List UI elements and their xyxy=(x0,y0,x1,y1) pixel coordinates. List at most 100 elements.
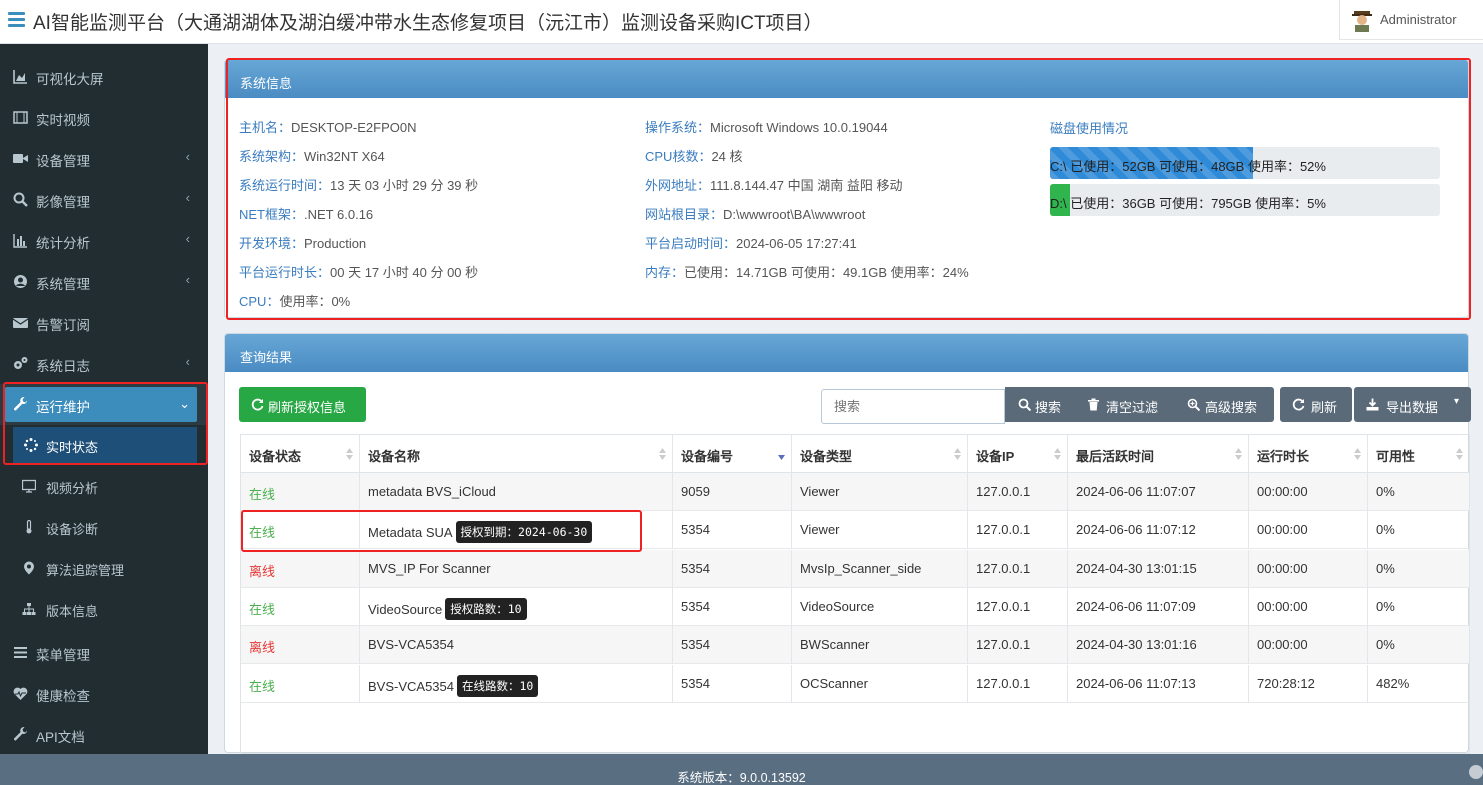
sidebar-item-api-docs[interactable]: API文档 xyxy=(0,714,208,755)
column-header-type[interactable]: 设备类型 xyxy=(792,435,968,473)
sidebar-item-label: 告警订阅 xyxy=(36,318,90,333)
disk-bar-d: D:\ 已使用：36GB 可使用：795GB 使用率：5% xyxy=(1050,184,1440,216)
sort-icon xyxy=(1054,448,1061,460)
status-text: 在线 xyxy=(249,487,276,502)
map-marker-icon xyxy=(24,561,34,575)
sidebar-subitem-label: 版本信息 xyxy=(46,604,99,619)
sidebar-subitem-version-info[interactable]: 版本信息 xyxy=(0,589,208,630)
cell-runtime: 00:00:00 xyxy=(1249,549,1368,588)
sort-desc-icon xyxy=(778,455,785,460)
refresh-button[interactable]: 刷新 xyxy=(1280,387,1352,422)
column-header-name[interactable]: 设备名称 xyxy=(360,435,673,473)
column-header-number[interactable]: 设备编号 xyxy=(673,435,792,473)
sidebar-item-device-mgmt[interactable]: 设备管理 ‹ xyxy=(0,138,208,179)
search-button[interactable]: 搜索 xyxy=(1005,387,1075,422)
user-name: Administrator xyxy=(1380,12,1457,27)
device-name: metadata BVS_iCloud xyxy=(368,484,496,499)
sidebar-item-label: 统计分析 xyxy=(36,236,90,251)
table-row[interactable]: 离线 BVS-VCA5354 5354 BWScanner 127.0.0.1 2024-… xyxy=(241,626,1469,665)
cell-runtime: 00:00:00 xyxy=(1249,473,1368,511)
sidebar-item-alarm-subscription[interactable]: 告警订阅 xyxy=(0,302,208,343)
chevron-down-icon: ⌄ xyxy=(179,396,190,411)
info-start-time: 平台启动时间：2024-06-05 17:27:41 xyxy=(645,236,857,251)
disk-bar-c: C:\ 已使用：52GB 可使用：48GB 使用率：52% xyxy=(1050,147,1440,179)
cell-runtime: 00:00:00 xyxy=(1249,511,1368,550)
sidebar-item-maintenance[interactable]: 运行维护 ⌄ xyxy=(0,384,208,425)
license-badge: 在线路数：10 xyxy=(457,674,539,697)
sidebar-item-live-video[interactable]: 实时视频 xyxy=(0,97,208,138)
column-header-runtime[interactable]: 运行时长 xyxy=(1249,435,1368,473)
info-web-root: 网站根目录：D:\wwwroot\BA\wwwroot xyxy=(645,207,866,222)
scroll-to-top-icon[interactable] xyxy=(1469,765,1483,779)
sidebar-item-system-log[interactable]: 系统日志 ‹ xyxy=(0,343,208,384)
search-input[interactable] xyxy=(821,389,1005,424)
wrench-icon xyxy=(13,397,27,411)
clear-filter-button[interactable]: 清空过滤 xyxy=(1077,387,1175,422)
area-chart-icon xyxy=(13,70,27,84)
sort-icon xyxy=(1456,448,1463,460)
cell-availability: 0% xyxy=(1376,598,1395,614)
sidebar-item-image-mgmt[interactable]: 影像管理 ‹ xyxy=(0,179,208,220)
export-data-button[interactable]: 导出数据 ▾ xyxy=(1354,387,1471,422)
search-plus-icon xyxy=(1187,398,1200,411)
cell-ip: 127.0.0.1 xyxy=(968,587,1068,626)
cell-availability: 482% xyxy=(1376,675,1410,691)
cell-number: 5354 xyxy=(673,626,792,665)
table-row[interactable]: 在线 Metadata SUA 授权到期：2024-06-30 5354 Viewer 1… xyxy=(241,511,1469,550)
refresh-license-button[interactable]: 刷新授权信息 xyxy=(239,387,366,422)
column-header-ip[interactable]: 设备IP xyxy=(968,435,1068,473)
sidebar-item-health-check[interactable]: 健康检查 xyxy=(0,673,208,714)
cell-availability: 0% xyxy=(1376,522,1395,538)
system-info-panel: 系统信息 主机名：DESKTOP-E2FPO0N 系统架构：Win32NT X6… xyxy=(224,59,1469,318)
sidebar-item-label: 运行维护 xyxy=(36,400,90,415)
sidebar-subitem-algorithm-tracking[interactable]: 算法追踪管理 xyxy=(0,548,208,589)
menu-toggle-icon[interactable] xyxy=(8,12,25,28)
cell-last-active: 2024-04-30 13:01:15 xyxy=(1068,549,1249,588)
column-header-status[interactable]: 设备状态 xyxy=(241,435,360,473)
trash-icon xyxy=(1088,398,1099,411)
app-title: AI智能监测平台（大通湖湖体及湖泊缓冲带水生态修复项目（沅江市）监测设备采购IC… xyxy=(33,13,823,34)
cell-status: 离线 xyxy=(241,626,360,665)
query-results-panel: 查询结果 刷新授权信息 搜索 清空过滤 高级搜索 刷新 导出数据 ▾ 设备状态 … xyxy=(224,333,1471,754)
cell-ip: 127.0.0.1 xyxy=(968,664,1068,703)
cell-availability: 0% xyxy=(1376,484,1395,499)
column-header-last-active[interactable]: 最后活跃时间 xyxy=(1068,435,1249,473)
table-row[interactable]: 在线 BVS-VCA5354 在线路数：10 5354 OCScanner 127.0.0… xyxy=(241,664,1469,703)
sort-icon xyxy=(346,448,353,460)
sidebar-item-label: 系统日志 xyxy=(36,359,90,374)
sidebar-item-menu-mgmt[interactable]: 菜单管理 xyxy=(0,632,208,673)
table-row[interactable]: 在线 metadata BVS_iCloud 9059 Viewer 127.0.0.1… xyxy=(241,473,1469,511)
sidebar-subitem-video-analysis[interactable]: 视频分析 xyxy=(0,466,208,507)
panel-title: 查询结果 xyxy=(225,334,1468,372)
sidebar-subitem-realtime-status[interactable]: 实时状态 xyxy=(0,425,208,466)
active-highlight xyxy=(5,387,197,422)
sidebar-subitem-device-diagnosis[interactable]: 设备诊断 xyxy=(0,507,208,548)
sidebar-item-label: 实时视频 xyxy=(36,113,90,128)
user-menu[interactable]: Administrator xyxy=(1339,0,1483,40)
license-badge: 授权到期：2024-06-30 xyxy=(455,521,593,544)
disk-text-c: C:\ 已使用：52GB 可使用：48GB 使用率：52% xyxy=(1050,159,1326,174)
cell-availability: 0% xyxy=(1376,637,1395,653)
cell-last-active: 2024-06-06 11:07:07 xyxy=(1068,473,1249,511)
cell-number: 5354 xyxy=(673,587,792,626)
cell-type: VideoSource xyxy=(792,587,968,626)
column-header-availability[interactable]: 可用性 xyxy=(1368,435,1469,473)
status-text: 在线 xyxy=(249,525,276,541)
cell-last-active: 2024-06-06 11:07:09 xyxy=(1068,587,1249,626)
table-row[interactable]: 在线 VideoSource 授权路数：10 5354 VideoSource 127.0… xyxy=(241,587,1469,626)
status-text: 离线 xyxy=(249,563,276,579)
cell-ip: 127.0.0.1 xyxy=(968,626,1068,665)
device-name: MVS_IP For Scanner xyxy=(368,560,491,576)
sidebar-item-system-mgmt[interactable]: 系统管理 ‹ xyxy=(0,261,208,302)
chevron-left-icon: ‹ xyxy=(185,231,190,246)
cell-ip: 127.0.0.1 xyxy=(968,511,1068,550)
table-row[interactable]: 离线 MVS_IP For Scanner 5354 MvsIp_Scanner_si… xyxy=(241,549,1469,588)
info-cpu: CPU：使用率：0% xyxy=(239,294,351,309)
sidebar-subitem-label: 实时状态 xyxy=(46,440,99,455)
advanced-search-button[interactable]: 高级搜索 xyxy=(1177,387,1274,422)
refresh-icon xyxy=(251,398,264,411)
disk-text-d: D:\ 已使用：36GB 可使用：795GB 使用率：5% xyxy=(1050,196,1326,211)
system-info-col-1: 主机名：DESKTOP-E2FPO0N 系统架构：Win32NT X64 系统运… xyxy=(239,117,478,320)
sidebar-item-statistics[interactable]: 统计分析 ‹ xyxy=(0,220,208,261)
sidebar-item-dashboard[interactable]: 可视化大屏 xyxy=(0,56,208,97)
